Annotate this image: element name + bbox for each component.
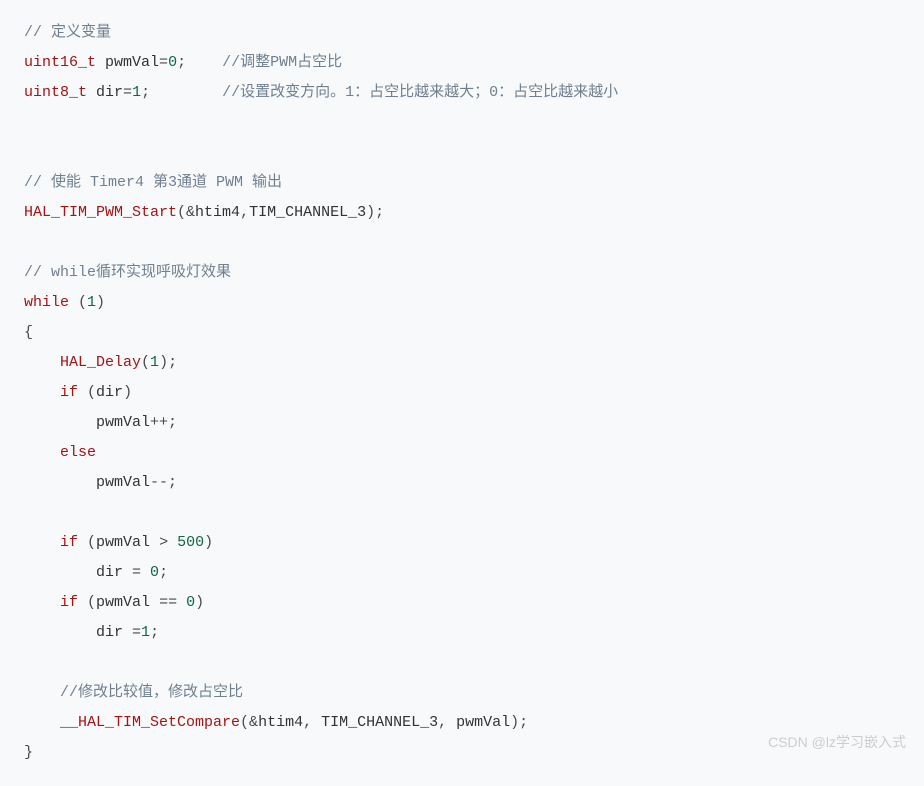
- paren-open: (: [78, 534, 96, 551]
- num-0: 0: [168, 54, 177, 71]
- comment-pwm-duty: //调整PWM占空比: [222, 54, 342, 71]
- op-eq: =: [159, 54, 168, 71]
- var-dir: dir: [96, 564, 123, 581]
- var-pwmval: pwmVal: [96, 534, 150, 551]
- comma: ,: [303, 714, 321, 731]
- num-1: 1: [87, 294, 96, 311]
- var-dir: dir: [96, 384, 123, 401]
- kw-else: else: [60, 444, 96, 461]
- arg-channel3: TIM_CHANNEL_3: [249, 204, 366, 221]
- var-dir: dir: [96, 624, 123, 641]
- paren-close: ): [96, 294, 105, 311]
- num-500: 500: [177, 534, 204, 551]
- func-pwm-start: HAL_TIM_PWM_Start: [24, 204, 177, 221]
- brace-close: }: [24, 744, 33, 761]
- type-uint16: uint16_t: [24, 54, 96, 71]
- arg-channel3: TIM_CHANNEL_3: [321, 714, 438, 731]
- kw-if: if: [60, 594, 78, 611]
- op-dec: --;: [150, 474, 177, 491]
- var-dir: dir: [96, 84, 123, 101]
- semi: ;: [159, 564, 168, 581]
- paren-close: );: [366, 204, 384, 221]
- paren-open: (&: [177, 204, 195, 221]
- paren-open: (: [78, 594, 96, 611]
- comment-while-loop: // while循环实现呼吸灯效果: [24, 264, 231, 281]
- kw-while: while: [24, 294, 69, 311]
- paren-open: (: [141, 354, 150, 371]
- arg-htim4: htim4: [195, 204, 240, 221]
- semi: ;: [177, 54, 186, 71]
- num-0: 0: [186, 594, 195, 611]
- semi: ;: [150, 624, 159, 641]
- arg-htim4: htim4: [258, 714, 303, 731]
- comment-enable-timer: // 使能 Timer4 第3通道 PWM 输出: [24, 174, 282, 191]
- arg-pwmval: pwmVal: [456, 714, 510, 731]
- paren-close: ): [123, 384, 132, 401]
- op-eq: =: [123, 624, 141, 641]
- op-eqeq: ==: [150, 594, 186, 611]
- num-1: 1: [132, 84, 141, 101]
- num-0: 0: [150, 564, 159, 581]
- var-pwmval: pwmVal: [105, 54, 159, 71]
- comment-define-vars: // 定义变量: [24, 24, 111, 41]
- func-setcompare: __HAL_TIM_SetCompare: [60, 714, 240, 731]
- op-gt: >: [150, 534, 177, 551]
- comment-setcompare: //修改比较值，修改占空比: [60, 684, 243, 701]
- var-pwmval: pwmVal: [96, 594, 150, 611]
- paren-close: );: [510, 714, 528, 731]
- func-hal-delay: HAL_Delay: [60, 354, 141, 371]
- comma: ,: [240, 204, 249, 221]
- comma: ,: [438, 714, 456, 731]
- kw-if: if: [60, 534, 78, 551]
- paren-close: ): [195, 594, 204, 611]
- paren-open: (&: [240, 714, 258, 731]
- kw-if: if: [60, 384, 78, 401]
- var-pwmval: pwmVal: [96, 414, 150, 431]
- paren-open: (: [69, 294, 87, 311]
- num-1: 1: [150, 354, 159, 371]
- paren-close: ): [204, 534, 213, 551]
- op-eq: =: [123, 564, 150, 581]
- brace-open: {: [24, 324, 33, 341]
- paren-close: );: [159, 354, 177, 371]
- code-block: // 定义变量 uint16_t pwmVal=0; //调整PWM占空比 ui…: [0, 0, 924, 786]
- type-uint8: uint8_t: [24, 84, 87, 101]
- num-1: 1: [141, 624, 150, 641]
- op-eq: =: [123, 84, 132, 101]
- op-inc: ++;: [150, 414, 177, 431]
- var-pwmval: pwmVal: [96, 474, 150, 491]
- comment-direction: //设置改变方向。1：占空比越来越大；0：占空比越来越小: [222, 84, 618, 101]
- semi: ;: [141, 84, 150, 101]
- paren-open: (: [78, 384, 96, 401]
